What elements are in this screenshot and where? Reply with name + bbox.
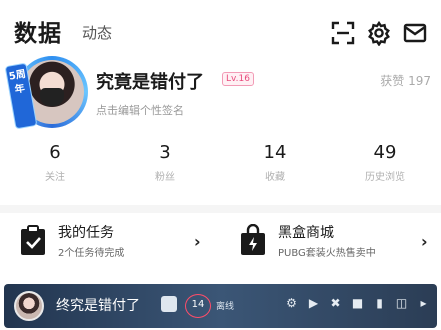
stat-value: 14 [263,142,287,163]
playstation-icon[interactable]: ▶ [306,296,321,311]
tasks-subtitle: 2个任务待完成 [58,248,125,259]
steam-icon[interactable]: ⚙ [284,296,299,311]
switch-icon[interactable]: ◫ [394,296,409,311]
scan-icon[interactable] [330,20,356,46]
avatar[interactable]: 5周年 [4,52,88,132]
section-divider [0,205,441,213]
stat-value: 49 [373,142,397,163]
tasks-card[interactable]: 我的任务 2个任务待完成 › [18,220,218,264]
tab-feed[interactable]: 动态 [82,22,112,43]
likes-count: 获赞 197 [380,74,431,88]
epic-icon[interactable]: ■ [350,296,365,311]
tab-data[interactable]: 数据 [14,14,62,48]
chevron-right-icon: › [421,232,428,251]
shop-title: 黑盒商城 [278,225,334,241]
stats-row: 6 关注 3 粉丝 14 收藏 49 历史浏览 [0,140,441,196]
xbox-icon[interactable]: ✖ [328,296,343,311]
stat-label: 历史浏览 [365,172,405,183]
tasks-title: 我的任务 [58,225,114,241]
clipboard-check-icon [18,224,48,256]
shop-card[interactable]: 黑盒商城 PUBG套装火热售卖中 › [238,220,438,264]
more-icon[interactable]: ▸ [416,296,431,311]
stat-following[interactable]: 6 关注 [0,140,110,183]
stat-history[interactable]: 49 历史浏览 [330,140,440,183]
mail-icon[interactable] [402,20,428,46]
signature-edit-link[interactable]: 点击编辑个性签名 [96,102,184,118]
game-username: 终究是错付了 [56,298,140,314]
avatar-mask-detail [40,88,64,106]
game-level-count: 14 [185,294,211,318]
online-status: 离线 [216,302,235,312]
steam-level-icon [161,296,177,312]
username: 究竟是错付了 [96,72,204,93]
platform-icons: ⚙ ▶ ✖ ■ ▮ ◫ ▸ [284,296,431,311]
stat-favorites[interactable]: 14 收藏 [220,140,330,183]
game-profile-bar[interactable]: 终究是错付了 14 离线 ⚙ ▶ ✖ ■ ▮ ◫ ▸ [4,284,437,328]
shop-subtitle: PUBG套装火热售卖中 [278,248,376,259]
level-badge: Lv.16 [222,72,254,86]
game-avatar [14,291,44,321]
stat-label: 粉丝 [155,172,175,183]
stat-value: 6 [49,142,61,163]
gear-icon[interactable] [366,20,392,46]
top-bar: 数据 动态 [0,0,441,58]
stat-label: 关注 [45,172,65,183]
mobile-icon[interactable]: ▮ [372,296,387,311]
stat-value: 3 [159,142,171,163]
stat-label: 收藏 [265,172,285,183]
chevron-right-icon: › [194,232,201,251]
stat-followers[interactable]: 3 粉丝 [110,140,220,183]
shopping-bag-icon [238,223,268,256]
